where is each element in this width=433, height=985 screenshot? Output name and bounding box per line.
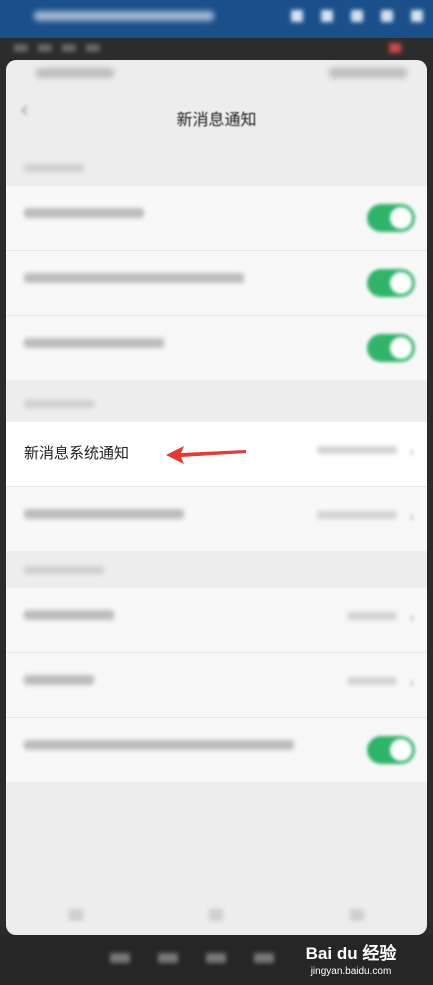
row-label-blurred bbox=[24, 740, 294, 750]
nav-menu-icon[interactable] bbox=[69, 909, 84, 921]
new-message-system-notification-row[interactable]: 新消息系统通知 › bbox=[6, 422, 427, 487]
toggle-switch[interactable] bbox=[367, 736, 415, 764]
row-value-blurred bbox=[347, 612, 397, 620]
window-controls[interactable] bbox=[291, 10, 423, 22]
toolbar-button-2[interactable] bbox=[38, 44, 52, 52]
window-title-blurred bbox=[34, 11, 214, 21]
window-icon-2[interactable] bbox=[321, 10, 333, 22]
taskbar-button-4[interactable] bbox=[254, 953, 274, 963]
settings-row-7[interactable]: › bbox=[6, 653, 427, 718]
status-bar bbox=[6, 60, 427, 86]
window-icon-3[interactable] bbox=[351, 10, 363, 22]
status-right-blurred bbox=[329, 68, 407, 78]
settings-row-5[interactable]: › bbox=[6, 487, 427, 551]
chevron-right-icon: › bbox=[408, 608, 415, 627]
toggle-switch[interactable] bbox=[367, 269, 415, 297]
row-label-blurred bbox=[24, 273, 244, 283]
taskbar-button-3[interactable] bbox=[206, 953, 226, 963]
toolbar-button-1[interactable] bbox=[14, 44, 28, 52]
window-icon-1[interactable] bbox=[291, 10, 303, 22]
status-left-blurred bbox=[36, 68, 114, 78]
section-header-2 bbox=[24, 400, 94, 408]
new-message-system-notification-label: 新消息系统通知 bbox=[24, 444, 130, 462]
section-header-3 bbox=[24, 566, 104, 574]
taskbar-buttons[interactable] bbox=[110, 953, 274, 963]
red-pointer-arrow-icon bbox=[166, 446, 246, 464]
toolbar-button-3[interactable] bbox=[62, 44, 76, 52]
taskbar-button-1[interactable] bbox=[110, 953, 130, 963]
page-title: 新消息通知 bbox=[176, 110, 257, 129]
toolbar-button-4[interactable] bbox=[86, 44, 100, 52]
toggle-switch[interactable] bbox=[367, 204, 415, 232]
settings-row-1[interactable] bbox=[6, 186, 427, 251]
row-label-blurred bbox=[24, 675, 94, 685]
row-label-blurred bbox=[24, 338, 164, 348]
taskbar-button-2[interactable] bbox=[158, 953, 178, 963]
row-value-blurred bbox=[317, 511, 397, 519]
navigation-bar: ‹ 新消息通知 bbox=[6, 86, 427, 146]
window-title-bar bbox=[0, 0, 433, 38]
settings-group-3: › › bbox=[6, 588, 427, 782]
toolbar-buttons[interactable] bbox=[14, 44, 100, 52]
section-header-1 bbox=[24, 164, 84, 172]
nav-back-icon[interactable] bbox=[349, 909, 364, 921]
settings-group-2: 新消息系统通知 › › bbox=[6, 422, 427, 551]
row-value-blurred bbox=[317, 446, 397, 454]
window-toolbar bbox=[0, 38, 433, 60]
phone-screen: ‹ 新消息通知 新消息系统通知 › › › › bbox=[6, 60, 427, 935]
window-icon-5[interactable] bbox=[411, 10, 423, 22]
chevron-right-icon: › bbox=[408, 507, 415, 526]
toggle-switch[interactable] bbox=[367, 334, 415, 362]
settings-row-6[interactable]: › bbox=[6, 588, 427, 653]
baidu-jingyan-watermark: Bai du 经验 jingyan.baidu.com bbox=[291, 935, 411, 985]
settings-row-8[interactable] bbox=[6, 718, 427, 782]
settings-row-3[interactable] bbox=[6, 316, 427, 380]
watermark-brand: Bai du 经验 bbox=[305, 944, 397, 963]
settings-group-1 bbox=[6, 186, 427, 380]
row-label-blurred bbox=[24, 509, 184, 519]
nav-home-icon[interactable] bbox=[209, 909, 224, 921]
phone-bottom-nav bbox=[6, 895, 427, 935]
chevron-right-icon: › bbox=[408, 673, 415, 692]
row-value-blurred bbox=[347, 677, 397, 685]
window-icon-4[interactable] bbox=[381, 10, 393, 22]
watermark-url: jingyan.baidu.com bbox=[310, 966, 392, 977]
toolbar-record-icon[interactable] bbox=[389, 43, 401, 53]
chevron-right-icon: › bbox=[408, 442, 415, 461]
row-label-blurred bbox=[24, 610, 114, 620]
row-label-blurred bbox=[24, 208, 144, 218]
settings-row-2[interactable] bbox=[6, 251, 427, 316]
